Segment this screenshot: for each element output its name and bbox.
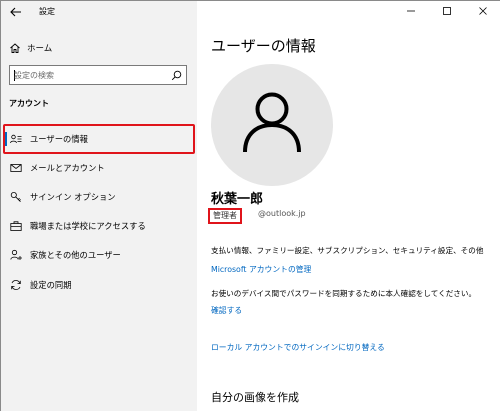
home-icon	[10, 43, 20, 53]
sync-icon	[10, 279, 22, 291]
sidebar-item-sign-in-options[interactable]: サインイン オプション	[1, 185, 197, 209]
sidebar-item-label: 職場または学校にアクセスする	[30, 221, 146, 231]
close-icon	[479, 7, 487, 15]
sidebar-item-label: 設定の同期	[30, 280, 72, 290]
sync-description: お使いのデバイス間でパスワードを同期するために本人確認をしてください。	[211, 289, 477, 298]
switch-local-account-link[interactable]: ローカル アカウントでのサインインに切り替える	[211, 342, 385, 353]
minimize-button[interactable]	[393, 1, 429, 21]
home-nav[interactable]: ホーム	[9, 40, 189, 56]
maximize-icon	[443, 7, 451, 15]
settings-search-box[interactable]	[9, 65, 187, 85]
app-title: 設定	[39, 7, 55, 16]
verify-link[interactable]: 確認する	[211, 305, 242, 316]
maximize-button[interactable]	[429, 1, 465, 21]
briefcase-icon	[10, 220, 22, 232]
page-title: ユーザーの情報	[211, 37, 316, 55]
sidebar-item-mail-accounts[interactable]: メールとアカウント	[1, 156, 197, 180]
section-heading: アカウント	[9, 99, 49, 108]
sidebar-item-label: サインイン オプション	[30, 192, 116, 202]
title-bar: 設定	[1, 1, 197, 25]
sidebar: 設定 ホーム アカウント	[1, 1, 197, 411]
user-silhouette-icon	[243, 92, 301, 153]
create-picture-heading: 自分の画像を作成	[211, 391, 299, 404]
home-label: ホーム	[27, 44, 53, 54]
avatar	[211, 64, 333, 186]
sidebar-item-work-school[interactable]: 職場または学校にアクセスする	[1, 214, 197, 238]
window-controls	[393, 1, 500, 21]
settings-window: 設定 ホーム アカウント	[0, 0, 500, 411]
minimize-icon	[407, 10, 415, 12]
selection-highlight	[3, 124, 195, 154]
billing-description: 支払い情報、ファミリー設定、サブスクリプション、セキュリティ設定、その他	[211, 246, 484, 255]
manage-account-link[interactable]: Microsoft アカウントの管理	[211, 264, 311, 275]
sidebar-item-label: メールとアカウント	[30, 163, 105, 173]
user-name: 秋葉一郎	[211, 192, 264, 207]
key-icon	[10, 191, 22, 203]
sidebar-item-sync-settings[interactable]: 設定の同期	[1, 273, 197, 297]
sidebar-item-family-users[interactable]: 家族とその他のユーザー	[1, 243, 197, 267]
sidebar-item-label: 家族とその他のユーザー	[30, 250, 121, 260]
search-input[interactable]	[14, 68, 164, 82]
role-label: 管理者	[213, 211, 237, 220]
close-button[interactable]	[465, 1, 500, 21]
search-icon[interactable]	[171, 70, 182, 81]
main-content: ユーザーの情報 秋葉一郎 管理者 @outlook.jp 支払い情報、ファミリー…	[197, 1, 500, 411]
mail-icon	[10, 162, 22, 174]
user-email: @outlook.jp	[258, 209, 306, 218]
person-add-icon	[10, 249, 22, 261]
back-arrow-icon[interactable]	[9, 5, 23, 19]
